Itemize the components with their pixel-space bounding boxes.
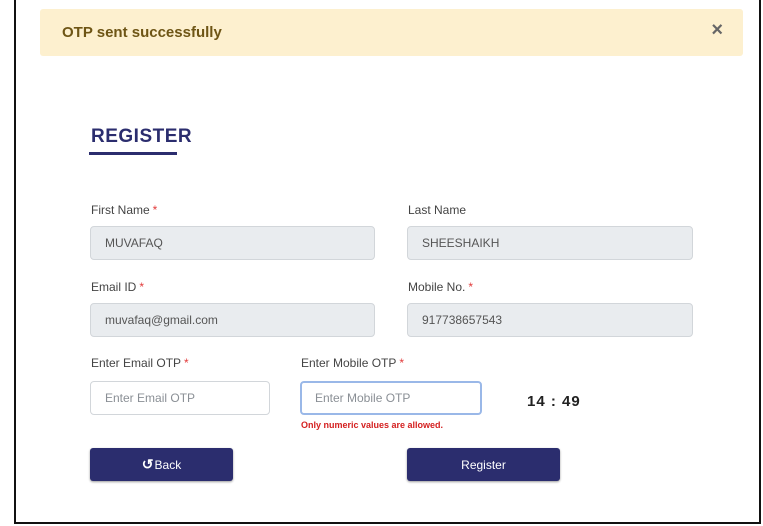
title-underline (89, 152, 177, 155)
email-label: Email ID * (91, 280, 144, 294)
email-otp-label: Enter Email OTP * (91, 356, 189, 370)
mobile-otp-error: Only numeric values are allowed. (301, 420, 444, 430)
mobile-label-text: Mobile No. (408, 280, 466, 294)
mobile-label: Mobile No. * (408, 280, 473, 294)
email-otp-label-text: Enter Email OTP (91, 356, 182, 370)
alert-message: OTP sent successfully (62, 24, 222, 41)
page-frame (14, 0, 761, 524)
otp-alert: OTP sent successfully × (40, 9, 743, 56)
required-mark: * (399, 356, 405, 370)
mobile-field[interactable]: 917738657543 (407, 303, 693, 337)
email-label-text: Email ID (91, 280, 137, 294)
back-button-label: Back (154, 457, 182, 472)
email-otp-input[interactable] (90, 381, 270, 415)
register-button[interactable]: Register (407, 448, 560, 481)
last-name-label: Last Name (408, 203, 467, 217)
page-title: REGISTER (91, 126, 193, 147)
back-button[interactable]: ↺ Back (90, 448, 233, 481)
required-mark: * (152, 203, 158, 217)
required-mark: * (139, 280, 145, 294)
email-field[interactable]: muvafaq@gmail.com (90, 303, 375, 337)
mobile-otp-label: Enter Mobile OTP * (301, 356, 404, 370)
required-mark: * (468, 280, 474, 294)
close-icon[interactable]: × (711, 20, 723, 40)
mobile-otp-input[interactable] (300, 381, 482, 415)
first-name-label-text: First Name (91, 203, 150, 217)
last-name-field[interactable]: SHEESHAIKH (407, 226, 693, 260)
otp-timer: 14 : 49 (527, 393, 581, 410)
first-name-label: First Name * (91, 203, 157, 217)
first-name-field[interactable]: MUVAFAQ (90, 226, 375, 260)
required-mark: * (184, 356, 189, 370)
mobile-otp-label-text: Enter Mobile OTP (301, 356, 397, 370)
undo-icon: ↺ (141, 456, 154, 472)
